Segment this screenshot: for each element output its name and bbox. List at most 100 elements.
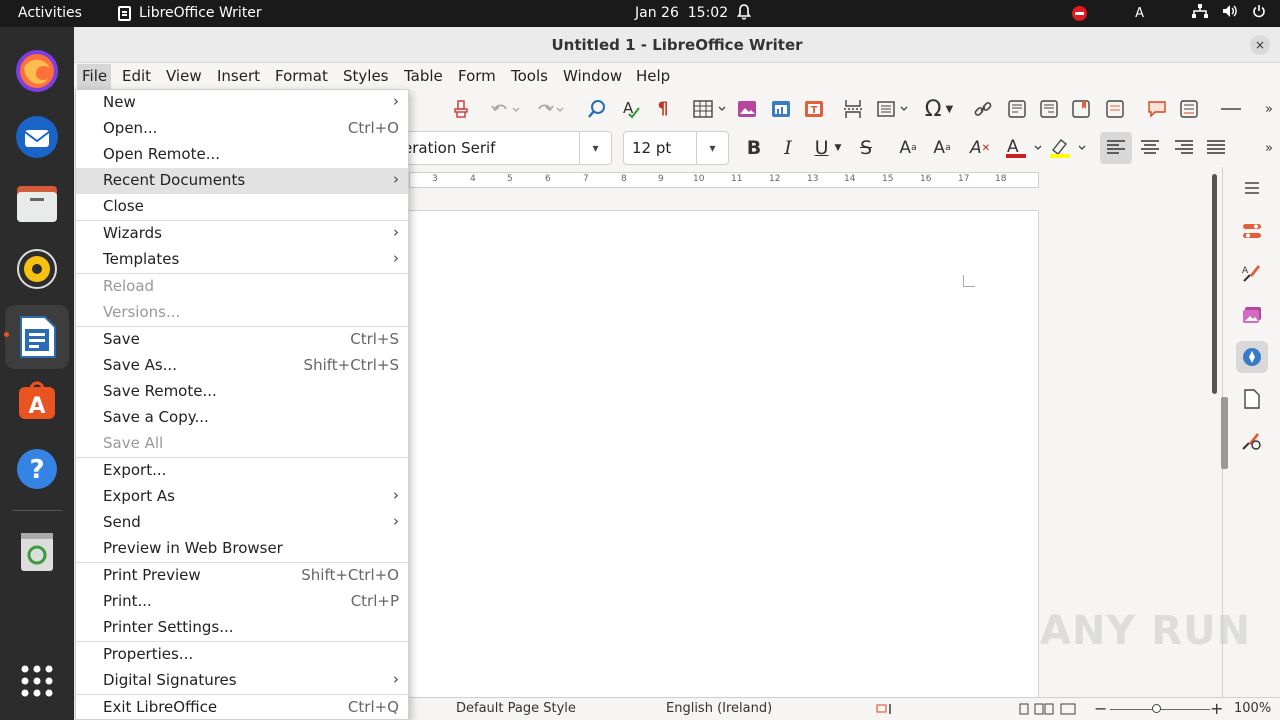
menu-table[interactable]: Table	[404, 67, 443, 85]
insert-cross-reference-icon[interactable]	[1104, 98, 1126, 120]
superscript-icon[interactable]: Aa	[896, 136, 920, 160]
insert-image-icon[interactable]	[736, 98, 758, 120]
insert-mode-icon[interactable]	[876, 703, 896, 719]
document-page[interactable]	[408, 210, 1039, 700]
menu-edit[interactable]: Edit	[122, 67, 151, 85]
formatting-marks-icon[interactable]: ¶	[652, 98, 674, 120]
menu-item-properties[interactable]: Properties...	[76, 642, 408, 668]
volume-icon[interactable]	[1222, 4, 1238, 22]
insert-footnote-icon[interactable]	[1006, 98, 1028, 120]
files-icon[interactable]	[13, 179, 61, 227]
menu-item-templates[interactable]: Templates ›	[76, 247, 408, 273]
justify-icon[interactable]	[1204, 136, 1228, 160]
styles-icon[interactable]: A	[1236, 257, 1268, 289]
navigator-icon[interactable]	[1236, 341, 1268, 373]
trash-icon[interactable]	[13, 527, 61, 575]
rhythmbox-icon[interactable]	[13, 245, 61, 293]
menu-item-send[interactable]: Send ›	[76, 510, 408, 536]
highlight-color-icon[interactable]	[1048, 136, 1090, 160]
align-center-icon[interactable]	[1138, 136, 1162, 160]
style-inspector-icon[interactable]	[1236, 425, 1268, 457]
spelling-icon[interactable]: A	[620, 98, 642, 120]
menu-item-save-as[interactable]: Save As... Shift+Ctrl+S	[76, 353, 408, 379]
clock[interactable]: Jan 26 15:02	[635, 5, 728, 21]
zoom-slider-knob[interactable]	[1152, 704, 1161, 713]
firefox-icon[interactable]	[13, 47, 61, 95]
insert-hyperlink-icon[interactable]	[972, 98, 994, 120]
menu-item-export-as[interactable]: Export As ›	[76, 484, 408, 510]
insert-field-icon[interactable]	[874, 98, 914, 120]
menu-item-recent-documents[interactable]: Recent Documents ›	[76, 168, 408, 194]
insert-line-icon[interactable]	[1220, 98, 1242, 120]
menu-item-print[interactable]: Print... Ctrl+P	[76, 589, 408, 615]
view-layout-icon[interactable]	[1019, 703, 1077, 719]
horizontal-ruler[interactable]: 3 4 5 6 7 8 9 10 11 12 13 14 15 16 17 18	[409, 172, 1039, 188]
insert-comment-icon[interactable]	[1146, 98, 1168, 120]
chevron-down-icon[interactable]: ▾	[696, 132, 728, 164]
close-window-button[interactable]: ×	[1250, 35, 1270, 55]
insert-chart-icon[interactable]	[770, 98, 792, 120]
app-menu[interactable]: LibreOffice Writer	[118, 5, 262, 21]
zoom-out-icon[interactable]: −	[1094, 699, 1107, 718]
zoom-in-icon[interactable]: +	[1210, 699, 1223, 718]
app-center-icon[interactable]: A	[13, 377, 61, 425]
menu-item-printer-settings[interactable]: Printer Settings...	[76, 615, 408, 641]
menu-item-print-preview[interactable]: Print Preview Shift+Ctrl+O	[76, 563, 408, 589]
scrollbar-thumb[interactable]	[1212, 174, 1217, 394]
page-icon[interactable]	[1236, 383, 1268, 415]
input-source-indicator[interactable]: A	[1135, 6, 1144, 21]
align-right-icon[interactable]	[1172, 136, 1196, 160]
menu-help[interactable]: Help	[636, 67, 670, 85]
menu-item-exit[interactable]: Exit LibreOffice Ctrl+Q	[76, 695, 408, 720]
menu-item-wizards[interactable]: Wizards ›	[76, 221, 408, 247]
insert-page-break-icon[interactable]	[842, 98, 864, 120]
track-changes-icon[interactable]	[1178, 98, 1200, 120]
underline-icon[interactable]: U ▼	[808, 136, 848, 160]
chevron-down-icon[interactable]: ▾	[579, 132, 611, 164]
menu-item-preview-web[interactable]: Preview in Web Browser	[76, 536, 408, 562]
menu-item-new[interactable]: New ›	[76, 90, 408, 116]
power-icon[interactable]	[1252, 4, 1266, 22]
font-name-combo[interactable]: eration Serif ▾	[394, 131, 612, 165]
thunderbird-icon[interactable]	[13, 113, 61, 161]
menu-form[interactable]: Form	[458, 67, 496, 85]
menu-tools[interactable]: Tools	[511, 67, 548, 85]
toolbar-overflow-icon[interactable]: »	[1260, 98, 1278, 120]
font-color-icon[interactable]: A	[1004, 136, 1046, 160]
find-replace-icon[interactable]	[586, 98, 608, 120]
align-left-icon[interactable]	[1100, 132, 1132, 164]
do-not-disturb-icon[interactable]	[1072, 5, 1088, 21]
redo-icon[interactable]	[530, 98, 570, 120]
menu-item-export[interactable]: Export...	[76, 458, 408, 484]
menu-item-open-remote[interactable]: Open Remote...	[76, 142, 408, 168]
menu-item-digital-signatures[interactable]: Digital Signatures ›	[76, 668, 408, 694]
page-style-status[interactable]: Default Page Style	[456, 701, 576, 716]
menu-format[interactable]: Format	[275, 67, 328, 85]
activities-button[interactable]: Activities	[18, 5, 82, 21]
subscript-icon[interactable]: Aa	[930, 136, 954, 160]
undo-icon[interactable]	[486, 98, 526, 120]
menu-item-save[interactable]: Save Ctrl+S	[76, 327, 408, 353]
menu-item-close[interactable]: Close	[76, 194, 408, 220]
strikethrough-icon[interactable]: S	[854, 136, 878, 160]
menu-insert[interactable]: Insert	[217, 67, 260, 85]
insert-table-icon[interactable]	[690, 98, 730, 120]
language-status[interactable]: English (Ireland)	[666, 701, 772, 716]
menu-item-open[interactable]: Open... Ctrl+O	[76, 116, 408, 142]
insert-special-character-icon[interactable]: Ω ▼	[918, 96, 960, 122]
menu-window[interactable]: Window	[563, 67, 622, 85]
bold-icon[interactable]: B	[742, 136, 766, 160]
libreoffice-writer-icon[interactable]	[13, 313, 61, 361]
show-apps-icon[interactable]	[13, 657, 61, 705]
clear-formatting-icon[interactable]: A ✕	[968, 136, 992, 160]
clone-formatting-icon[interactable]	[450, 98, 472, 120]
menu-item-save-remote[interactable]: Save Remote...	[76, 379, 408, 405]
font-size-combo[interactable]: 12 pt ▾	[623, 131, 729, 165]
gallery-icon[interactable]	[1236, 299, 1268, 331]
menu-item-save-copy[interactable]: Save a Copy...	[76, 405, 408, 431]
menu-file[interactable]: File	[82, 67, 107, 85]
toolbar-overflow-icon[interactable]: »	[1260, 136, 1278, 160]
properties-icon[interactable]	[1236, 215, 1268, 247]
system-tray[interactable]: A	[1072, 4, 1266, 22]
zoom-level[interactable]: 100%	[1234, 701, 1271, 716]
